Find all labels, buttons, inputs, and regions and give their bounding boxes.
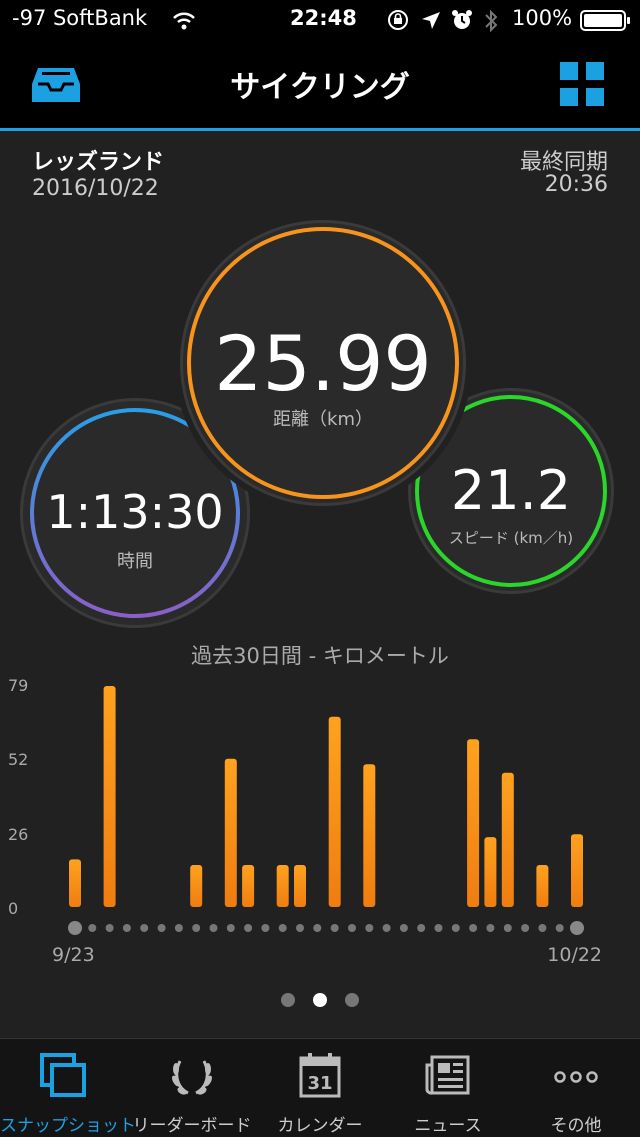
tab-bar: スナップショット リーダーボード 31 カレンダー ニュース その他	[0, 1038, 640, 1137]
bar-10/8[interactable]	[328, 716, 341, 907]
more-icon	[554, 1071, 598, 1083]
day-marker-10/17	[486, 924, 495, 932]
bar-10/3[interactable]	[242, 865, 255, 907]
bar-9/25[interactable]	[103, 686, 116, 907]
calendar-icon: 31	[299, 1053, 341, 1098]
bar-10/17[interactable]	[484, 837, 497, 907]
day-marker-10/4	[261, 924, 270, 932]
day-marker-9/25	[105, 924, 114, 932]
day-marker-10/8	[330, 924, 339, 932]
day-marker-10/6	[296, 924, 304, 932]
day-marker-9/29	[174, 924, 183, 932]
page-dot-2-active[interactable]	[313, 993, 327, 1007]
calendar-day: 31	[307, 1073, 332, 1094]
day-marker-10/12	[399, 924, 408, 932]
day-marker-9/28	[157, 924, 166, 932]
bar-10/18[interactable]	[501, 772, 514, 907]
day-marker-9/27	[140, 924, 149, 932]
day-marker-10/13	[417, 924, 426, 932]
bluetooth-icon	[485, 9, 498, 33]
x-start-label: 9/23	[52, 944, 95, 966]
snapshot-icon	[40, 1053, 86, 1097]
day-marker-9/26	[122, 924, 131, 932]
bar-10/10[interactable]	[363, 764, 376, 907]
day-marker-10/11	[382, 924, 391, 932]
time-label: 時間	[117, 551, 153, 572]
day-marker-10/9	[348, 924, 356, 932]
orientation-lock-icon	[388, 10, 408, 30]
day-marker-10/2	[226, 924, 235, 932]
tab-news[interactable]: ニュース	[384, 1039, 512, 1137]
laurel-icon	[172, 1060, 212, 1095]
bar-chart[interactable]	[0, 670, 640, 950]
day-marker-9/24	[88, 924, 97, 932]
distance-stat-ring[interactable]: 25.99 距離（km）	[180, 220, 466, 506]
tab-calendar-label: カレンダー	[277, 1116, 363, 1136]
day-marker-10/20	[538, 924, 547, 932]
day-marker-10/16	[469, 924, 478, 932]
day-marker-10/19	[521, 924, 530, 932]
day-marker-10/3	[244, 924, 253, 932]
day-marker-9/23	[68, 921, 82, 935]
battery-percent: 100%	[512, 6, 573, 30]
bar-10/2[interactable]	[224, 758, 237, 907]
news-icon	[425, 1055, 470, 1095]
bar-9/23[interactable]	[69, 859, 81, 907]
bar-10/5[interactable]	[276, 865, 289, 907]
speed-label: スピード (km／h)	[448, 529, 574, 547]
day-marker-10/15	[451, 924, 460, 932]
nav-bar: サイクリング	[0, 40, 640, 131]
page-title: サイクリング	[230, 70, 410, 105]
location-icon	[422, 12, 440, 29]
distance-label: 距離（km）	[273, 409, 373, 430]
tab-leaderboard[interactable]: リーダーボード	[128, 1039, 256, 1137]
tab-snapshot-label: スナップショット	[0, 1116, 136, 1136]
day-marker-10/10	[365, 924, 374, 932]
wifi-icon	[173, 12, 195, 30]
day-marker-10/5	[278, 924, 287, 932]
bar-10/6[interactable]	[294, 865, 306, 907]
day-marker-10/18	[503, 924, 512, 932]
tab-more-label: その他	[550, 1116, 602, 1136]
clock: 22:48	[290, 6, 357, 30]
page-dot-3[interactable]	[345, 993, 359, 1007]
tab-leaderboard-label: リーダーボード	[132, 1116, 252, 1136]
day-marker-10/1	[209, 924, 218, 932]
page-dot-1[interactable]	[281, 993, 295, 1007]
tab-news-label: ニュース	[414, 1116, 482, 1136]
bar-10/20[interactable]	[536, 865, 549, 907]
carrier-label: -97 SoftBank	[12, 6, 148, 30]
battery-icon	[580, 10, 630, 31]
time-value: 1:13:30	[46, 485, 224, 539]
day-marker-10/7	[313, 924, 322, 932]
x-end-label: 10/22	[547, 944, 602, 966]
status-bar: -97 SoftBank 22:48 100%	[0, 0, 640, 40]
tab-more[interactable]: その他	[512, 1039, 640, 1137]
day-marker-9/30	[192, 924, 201, 932]
chart-title: 過去30日間 - キロメートル	[191, 644, 449, 668]
speed-value: 21.2	[450, 459, 572, 522]
tab-calendar[interactable]: 31 カレンダー	[256, 1039, 384, 1137]
sync-time: 20:36	[544, 172, 608, 197]
activity-name: レッズランド	[32, 150, 165, 175]
grid-icon[interactable]	[558, 60, 606, 108]
day-marker-10/14	[434, 924, 443, 932]
activity-date: 2016/10/22	[32, 176, 159, 201]
bar-9/30[interactable]	[190, 865, 203, 907]
alarm-icon	[452, 10, 472, 29]
distance-value: 25.99	[214, 319, 432, 408]
bar-10/16[interactable]	[467, 739, 480, 907]
tab-snapshot[interactable]: スナップショット	[0, 1039, 136, 1137]
day-marker-10/22	[570, 921, 584, 935]
bar-10/22[interactable]	[571, 834, 583, 907]
day-marker-10/21	[555, 924, 564, 932]
